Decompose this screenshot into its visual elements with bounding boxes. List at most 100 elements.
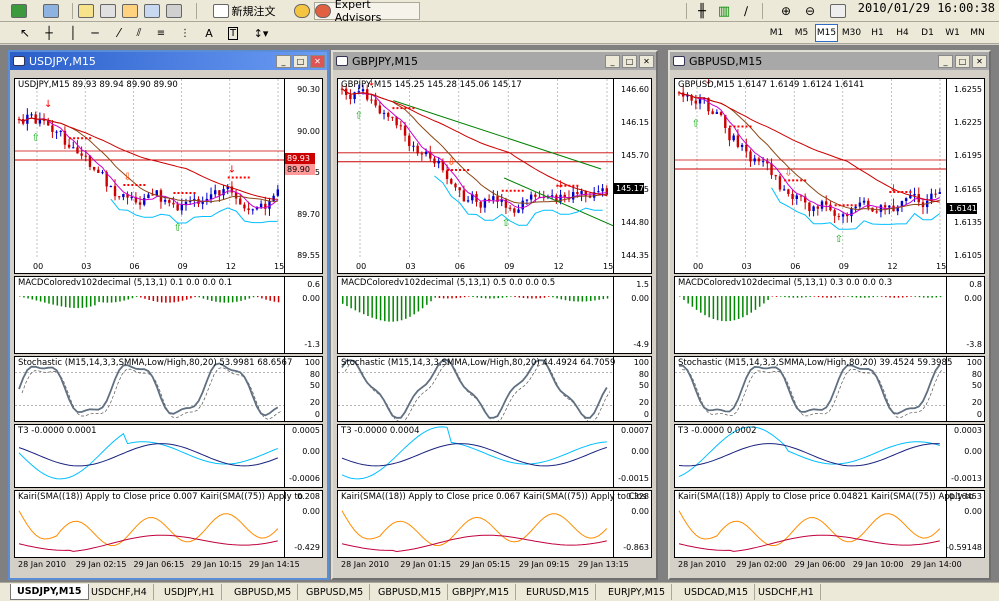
maximize-window-button[interactable]: □	[955, 54, 970, 68]
terminal-button[interactable]	[142, 2, 162, 20]
timeframe-d1-button[interactable]: D1	[916, 24, 939, 42]
chart-tab-1[interactable]: USDCHF,H4	[85, 584, 154, 600]
macd-price-axis[interactable]: 0.6 0.00 -1.3	[284, 277, 322, 353]
price-price-axis[interactable]: 90.3090.0089.8589.7089.5589.9389.90	[284, 79, 322, 273]
macd-pane[interactable]: 0.6 0.00 -1.3 MACDColoredv102decimal (5,13,…	[14, 276, 323, 354]
chart-tab-3[interactable]: GBPUSD,M5	[228, 584, 299, 600]
close-window-button[interactable]: ✕	[972, 54, 987, 68]
timeframe-m1-button[interactable]: M1	[765, 24, 788, 42]
t3-price-axis[interactable]: 0.0007 0.00 -0.0015	[613, 425, 651, 487]
stoch-pane[interactable]: 100 80 50 20 0 Stochastic (M15,14,3,3,SMMA,Lo…	[337, 356, 652, 422]
chart-tabs: USDJPY,M15 USDCHF,H4 USDJPY,H1 GBPUSD,M5 GBP…	[0, 582, 999, 601]
chart-tab-10[interactable]: USDCHF,H1	[752, 584, 821, 600]
macd-bar	[98, 296, 100, 302]
stoch-pane[interactable]: 100 80 50 20 0 Stochastic (M15,14,3,3,SMMA,Lo…	[14, 356, 323, 422]
price-price-axis[interactable]: 146.60146.15145.70145.25144.80144.35145.…	[613, 79, 651, 273]
price-pane[interactable]: ↓ ⇩ ↓ ⇧ ⇧ 1.6255 1.6225 1.6195 1.6165 1.6135 1.610…	[674, 78, 985, 274]
new-chart-button[interactable]	[4, 2, 34, 20]
horizontal-line-button[interactable]: ─	[86, 24, 104, 42]
channel-button[interactable]: ⫽	[130, 24, 148, 42]
trendline-button[interactable]: ⁄	[110, 24, 128, 42]
chart-tab-0[interactable]: USDJPY,M15	[10, 584, 89, 600]
crosshair-button[interactable]: ┼	[40, 24, 58, 42]
timeframe-w1-button[interactable]: W1	[941, 24, 964, 42]
current-price-box: 1.6141	[947, 203, 977, 214]
data-window-button[interactable]	[120, 2, 140, 20]
chart-tab-7[interactable]: EURUSD,M15	[520, 584, 597, 600]
date-label: 29 Jan 02:15	[75, 560, 127, 569]
macd-bar	[742, 296, 744, 318]
navigator-button[interactable]	[98, 2, 118, 20]
chart-tab-9[interactable]: USDCAD,M15	[678, 584, 756, 600]
meta-editor-button[interactable]	[292, 2, 312, 20]
close-window-button[interactable]: ✕	[310, 54, 325, 68]
market-watch-button[interactable]	[76, 2, 96, 20]
timeframe-m15-button[interactable]: M15	[815, 24, 838, 42]
arrows-button[interactable]: ↕▾	[246, 24, 276, 42]
close-window-button[interactable]: ✕	[639, 54, 654, 68]
macd-bar	[733, 296, 736, 321]
price-pane[interactable]: ↓⇩↓⇧⇧90.3090.0089.8589.7089.5589.9389.90…	[14, 78, 323, 274]
window-caption[interactable]: GBPJPY,M15 _ □ ✕	[333, 52, 656, 70]
macd-bar	[48, 296, 50, 304]
t3-pane[interactable]: 0.0003 0.00 -0.0013 T3 -0.0000 0.0002	[674, 424, 985, 488]
chart-tab-6[interactable]: GBPJPY,M15	[446, 584, 517, 600]
chart-window-usdjpy[interactable]: USDJPY,M15_□✕ ↓⇩↓⇧⇧90.3090.0089.8589.7089…	[8, 50, 329, 580]
chart-window-gbpusd[interactable]: GBPUSD,M15 _ □ ✕ ↓ ⇩ ↓ ⇧ ⇧ 1.6255 1.6225 1.6195 1.61…	[668, 50, 991, 580]
zoom-in-button[interactable]: ⊕	[776, 2, 796, 20]
t3-price-axis[interactable]: 0.0005 0.00 -0.0006	[284, 425, 322, 487]
timeframe-h1-button[interactable]: H1	[866, 24, 889, 42]
macd-pane[interactable]: 1.5 0.00 -4.9 MACDColoredv102decimal (5,13,…	[337, 276, 652, 354]
profiles-button[interactable]	[36, 2, 66, 20]
price-price-axis[interactable]: 1.6255 1.6225 1.6195 1.6165 1.6135 1.6105 1.61…	[946, 79, 984, 273]
macd-bar	[775, 296, 778, 297]
stoch-pane[interactable]: 100 80 50 20 0 Stochastic (M15,14,3,3,SMMA,Lo…	[674, 356, 985, 422]
t3-pane[interactable]: 0.0007 0.00 -0.0015 T3 -0.0000 0.0004	[337, 424, 652, 488]
new-order-button[interactable]: 新規注文	[200, 2, 288, 20]
kairi-pane[interactable]: 0.328 0.00 -0.863 Kairi(SMA((18)) Apply to …	[337, 490, 652, 558]
chart-window-gbpjpy[interactable]: GBPJPY,M15_□✕ ↓⇩↓⇧⇧146.60146.15145.70145.…	[331, 50, 658, 580]
date-label: 29 Jan 05:15	[459, 560, 511, 569]
kairi-pane[interactable]: 0.16453 0.00 -0.59148 Kairi(SMA((18)) Apply…	[674, 490, 985, 558]
expert-advisors-button[interactable]: Expert Advisors	[314, 0, 420, 24]
minimize-window-button[interactable]: _	[605, 54, 620, 68]
new-chart-icon	[11, 4, 27, 18]
vertical-line-button[interactable]: │	[64, 24, 82, 42]
chart-tab-4[interactable]: GBPUSD,M5	[300, 584, 371, 600]
maximize-window-button[interactable]: □	[622, 54, 637, 68]
tester-button[interactable]	[164, 2, 184, 20]
macd-axis-tick: 0.00	[631, 293, 649, 303]
t3-pane[interactable]: 0.0005 0.00 -0.0006 T3 -0.0000 0.0001	[14, 424, 323, 488]
t3-price-axis[interactable]: 0.0003 0.00 -0.0013	[946, 425, 984, 487]
candle	[92, 166, 96, 170]
bar-chart-button[interactable]: ╫	[692, 2, 712, 20]
minimize-window-button[interactable]: _	[276, 54, 291, 68]
label-button[interactable]: T	[224, 24, 242, 42]
fibo-fan-button[interactable]: ⋮	[176, 24, 194, 42]
timeframe-h4-button[interactable]: H4	[891, 24, 914, 42]
window-caption[interactable]: GBPUSD,M15 _ □ ✕	[670, 52, 989, 70]
timeframe-m5-button[interactable]: M5	[790, 24, 813, 42]
tile-windows-button[interactable]	[828, 2, 848, 20]
macd-axis-tick: 0.00	[964, 293, 982, 303]
chart-tab-5[interactable]: GBPUSD,M15	[372, 584, 449, 600]
macd-price-axis[interactable]: 0.8 0.00 -3.8	[946, 277, 984, 353]
chart-tab-8[interactable]: EURJPY,M15	[602, 584, 672, 600]
maximize-window-button[interactable]: □	[293, 54, 308, 68]
fibonacci-button[interactable]: ≡	[152, 24, 170, 42]
timeframe-m30-button[interactable]: M30	[840, 24, 863, 42]
text-button[interactable]: A	[200, 24, 218, 42]
minimize-window-button[interactable]: _	[938, 54, 953, 68]
chart-tab-2[interactable]: USDJPY,H1	[158, 584, 222, 600]
zoom-out-button[interactable]: ⊖	[800, 2, 820, 20]
price-pane[interactable]: ↓⇩↓⇧⇧146.60146.15145.70145.25144.80144.3…	[337, 78, 652, 274]
window-caption[interactable]: USDJPY,M15 _ □ ✕	[10, 52, 327, 70]
stoch-price-axis[interactable]: 100 80 50 20 0	[613, 357, 651, 421]
line-chart-button[interactable]: ∕	[736, 2, 756, 20]
kairi-pane[interactable]: 0.208 0.00 -0.429 Kairi(SMA((18)) Apply to …	[14, 490, 323, 558]
candle-chart-button[interactable]: ▥	[714, 2, 734, 20]
macd-price-axis[interactable]: 1.5 0.00 -4.9	[613, 277, 651, 353]
macd-pane[interactable]: 0.8 0.00 -3.8 MACDColoredv102decimal (5,13,…	[674, 276, 985, 354]
timeframe-mn-button[interactable]: MN	[966, 24, 989, 42]
cursor-button[interactable]: ↖	[16, 24, 34, 42]
